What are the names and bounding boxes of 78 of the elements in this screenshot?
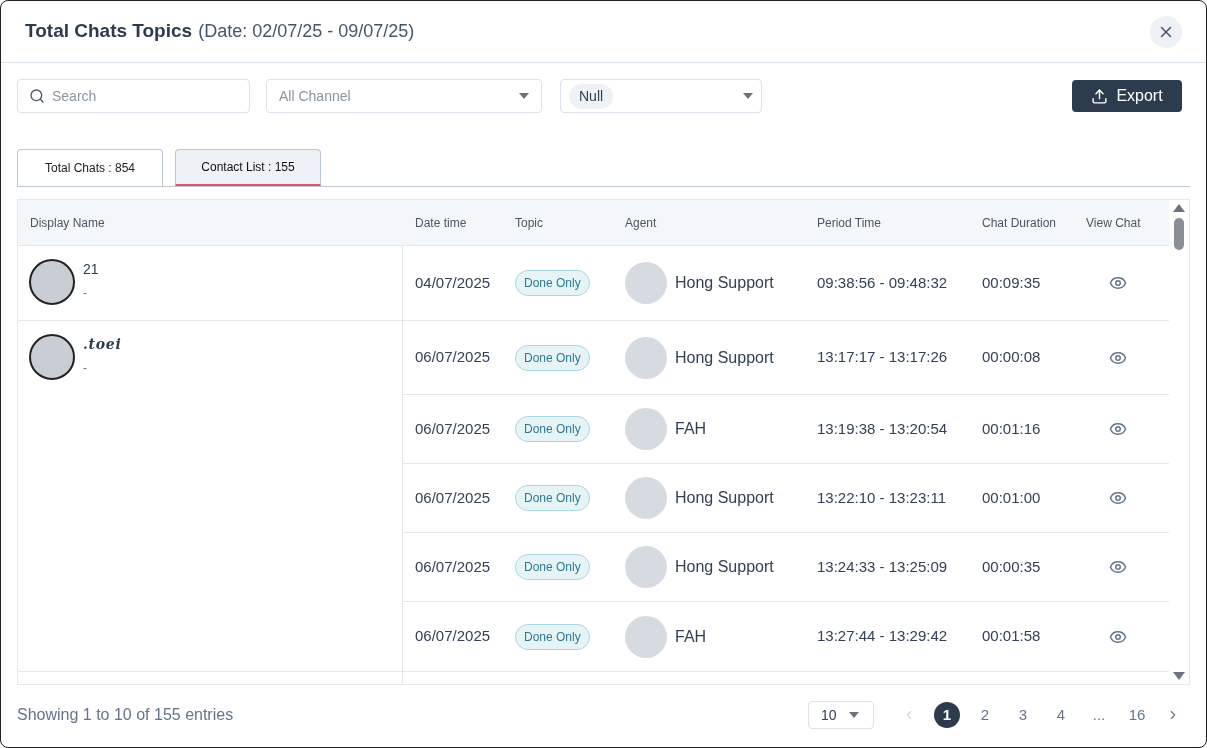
page-button[interactable]: 4 (1048, 702, 1074, 728)
dialog-title: Total Chats Topics (25, 19, 193, 44)
period-cell-text: 13:19:38 - 13:20:54 (817, 418, 949, 439)
view-chat-button[interactable] (1109, 558, 1127, 576)
column-header: Chat Duration (982, 214, 1058, 232)
avatar (29, 259, 75, 305)
export-button[interactable]: Export (1072, 80, 1182, 112)
upload-icon (1091, 87, 1109, 105)
page-button[interactable]: ... (1086, 702, 1112, 728)
duration-cell-text: 00:01:16 (982, 418, 1042, 439)
agent-name: Hong Support (675, 488, 774, 508)
caret-icon (848, 712, 859, 718)
date-cell-text: 06/07/2025 (414, 487, 492, 508)
tab[interactable]: Contact List : 155 (175, 149, 321, 186)
column-header: View Chat (1086, 214, 1141, 232)
page-button[interactable]: 1 (934, 702, 960, 728)
agent-avatar (625, 615, 667, 658)
date-cell-text: 06/07/2025 (414, 556, 492, 577)
duration-cell-text: 00:00:08 (982, 347, 1042, 368)
column-header: Display Name (29, 214, 106, 232)
contact-name: .toei (83, 335, 122, 354)
duration-cell-text: 00:01:00 (982, 487, 1042, 508)
period-cell-text: 13:17:17 - 13:17:26 (817, 347, 949, 368)
contact-name: 21 (83, 260, 99, 279)
agent-name: FAH (675, 419, 707, 439)
view-chat-button[interactable] (1109, 274, 1127, 292)
date-range: (Date: 02/07/25 - 09/07/25) (198, 20, 415, 44)
agent-name: Hong Support (675, 347, 774, 368)
page-button[interactable]: 3 (1010, 702, 1036, 728)
period-cell-text: 13:22:10 - 13:23:11 (817, 487, 947, 508)
column-header: Topic (515, 214, 544, 232)
period-cell-text: 13:24:33 - 13:25:09 (817, 556, 949, 577)
avatar (29, 334, 75, 380)
column-header: Date time (414, 214, 468, 232)
scroll-down-icon[interactable] (1173, 672, 1185, 680)
page-size-dropdown[interactable]: 10 (808, 701, 874, 729)
topic-dropdown[interactable]: Null (560, 79, 762, 113)
duration-cell-text: 00:00:35 (982, 556, 1042, 577)
topic-tag: Done Only (515, 270, 590, 296)
view-chat-button[interactable] (1109, 489, 1127, 507)
agent-avatar (625, 546, 667, 588)
topic-tag: Done Only (515, 623, 590, 650)
date-cell-text: 04/07/2025 (414, 272, 492, 293)
contact-note: - (83, 285, 88, 302)
topic-tag: Done Only (515, 416, 590, 442)
scroll-up-icon[interactable] (1173, 204, 1185, 212)
agent-avatar (625, 408, 667, 450)
agent-avatar (625, 336, 667, 379)
view-chat-button[interactable] (1109, 420, 1127, 438)
period-cell-text: 09:38:56 - 09:48:32 (817, 272, 949, 293)
contact-note: - (83, 360, 88, 377)
duration-cell-text: 00:01:58 (982, 626, 1042, 647)
period-cell-text: 13:27:44 - 13:29:42 (817, 626, 949, 647)
topic-tag: Done Only (515, 485, 590, 511)
agent-name: Hong Support (675, 557, 774, 577)
column-header: Period Time (817, 214, 883, 232)
scrollbar-thumb[interactable] (1174, 218, 1184, 250)
tab[interactable]: Total Chats : 854 (17, 149, 163, 186)
page-button[interactable]: 16 (1124, 702, 1150, 728)
close-button[interactable] (1150, 15, 1182, 48)
search-field[interactable]: Search (17, 79, 250, 113)
date-cell-text: 06/07/2025 (414, 626, 492, 647)
duration-cell-text: 00:09:35 (982, 272, 1042, 293)
caret-icon (519, 93, 529, 99)
topic-tag: Done Only (515, 554, 590, 580)
search-icon (29, 88, 45, 104)
caret-icon (743, 93, 753, 99)
agent-name: Hong Support (675, 273, 774, 293)
date-cell-text: 06/07/2025 (414, 347, 492, 368)
column-header: Agent (625, 214, 658, 232)
agent-avatar (625, 477, 667, 519)
topic-tag: Done Only (515, 344, 590, 371)
entries-summary: Showing 1 to 10 of 155 entries (17, 705, 234, 725)
date-cell-text: 06/07/2025 (414, 418, 492, 439)
agent-name: FAH (675, 626, 707, 647)
page-button[interactable]: 2 (972, 702, 998, 728)
agent-avatar (625, 262, 667, 304)
null-chip: Null (569, 83, 614, 109)
